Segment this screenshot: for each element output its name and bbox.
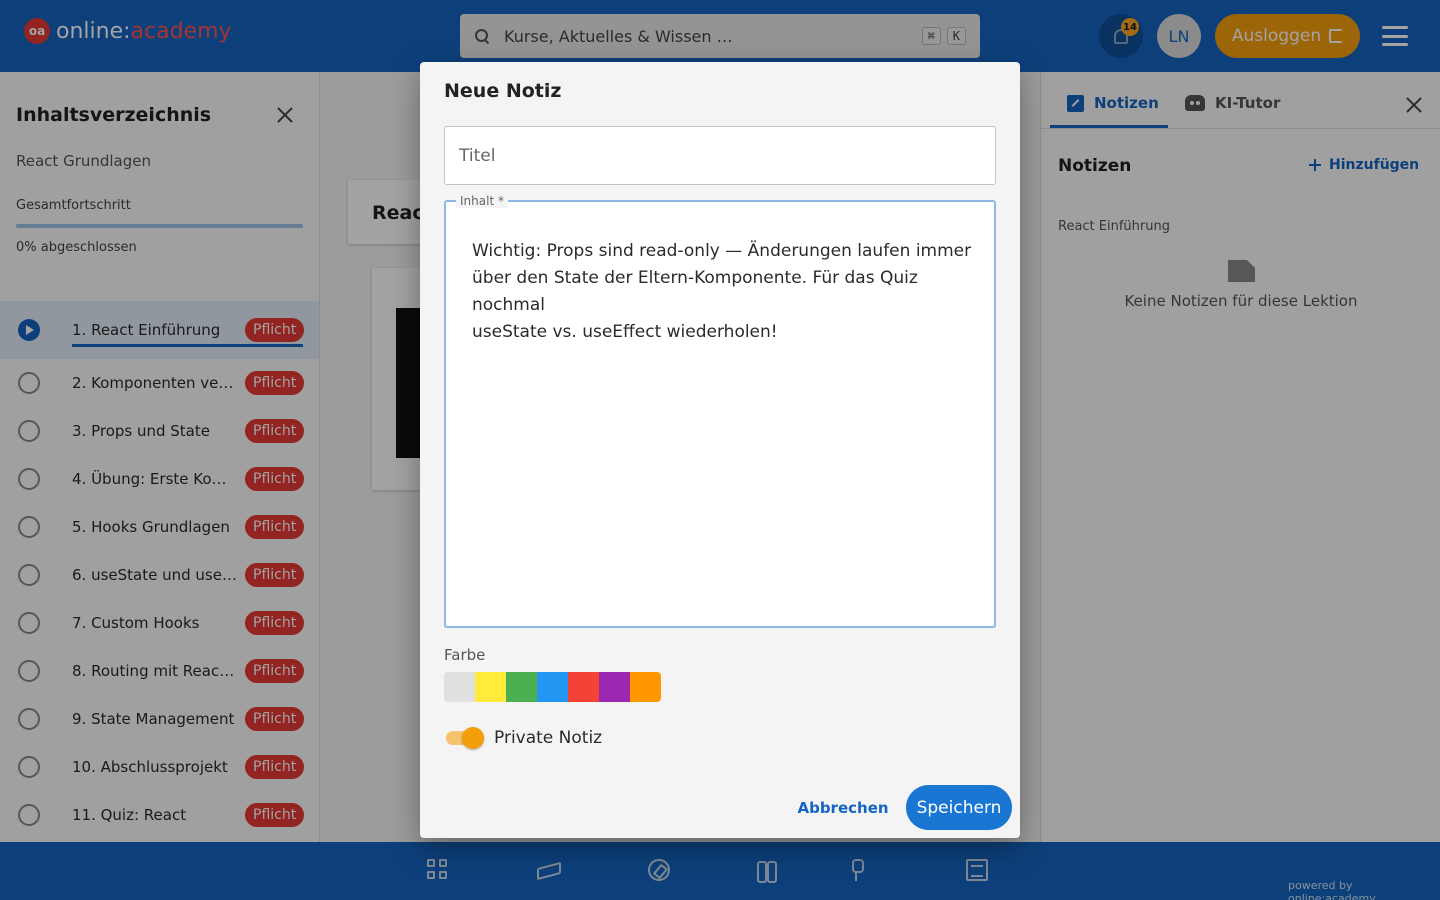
note-content-field[interactable]: Inhalt * Wichtig: Props sind read-only —… bbox=[444, 194, 996, 628]
color-swatch[interactable] bbox=[599, 672, 630, 702]
color-swatch[interactable] bbox=[568, 672, 599, 702]
color-label: Farbe bbox=[444, 646, 486, 664]
note-title-input[interactable] bbox=[444, 126, 996, 185]
color-swatch[interactable] bbox=[506, 672, 537, 702]
cancel-button[interactable]: Abbrechen bbox=[797, 786, 888, 830]
private-note-toggle[interactable] bbox=[444, 726, 484, 750]
private-note-row: Private Notiz bbox=[444, 726, 602, 750]
save-button[interactable]: Speichern bbox=[906, 785, 1012, 830]
private-note-label: Private Notiz bbox=[494, 728, 603, 748]
dialog-title: Neue Notiz bbox=[444, 80, 562, 102]
color-picker bbox=[444, 672, 661, 702]
toggle-knob bbox=[462, 727, 484, 749]
content-field-label: Inhalt * bbox=[456, 194, 508, 208]
color-swatch[interactable] bbox=[475, 672, 506, 702]
color-swatch[interactable] bbox=[444, 672, 475, 702]
color-swatch[interactable] bbox=[537, 672, 568, 702]
note-content-text[interactable]: Wichtig: Props sind read-only — Änderung… bbox=[472, 238, 972, 346]
color-swatch[interactable] bbox=[630, 672, 661, 702]
new-note-dialog: Neue Notiz Inhalt * Wichtig: Props sind … bbox=[420, 62, 1020, 838]
